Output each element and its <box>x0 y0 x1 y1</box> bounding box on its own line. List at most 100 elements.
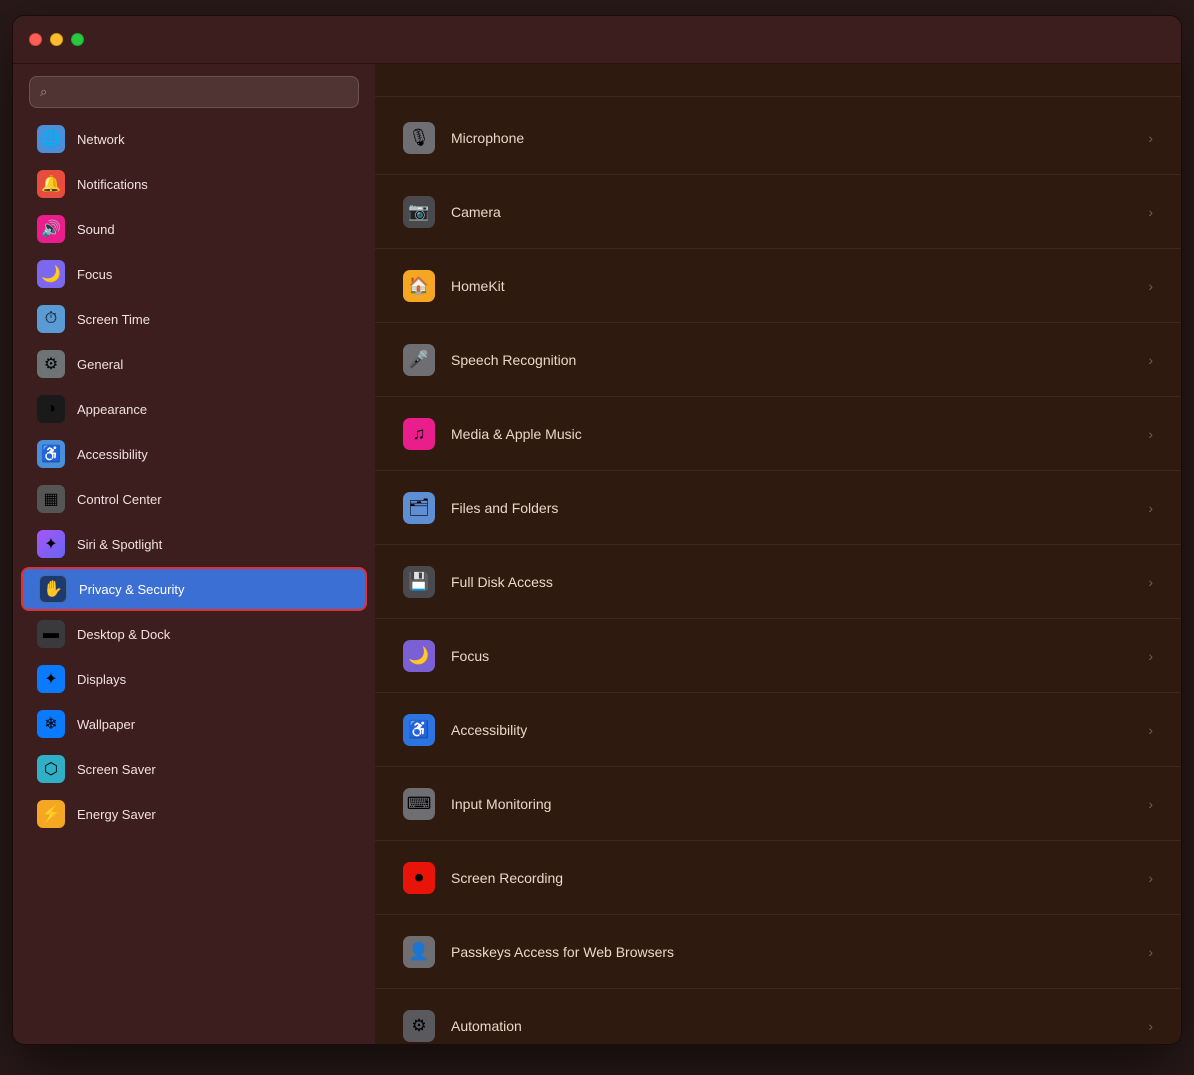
sidebar-item-desktop-dock[interactable]: ▬ Desktop & Dock <box>21 612 367 656</box>
passkeys-web-browsers-list-icon: 👤 <box>403 936 435 968</box>
microphone-list-icon: 🎙 <box>403 122 435 154</box>
microphone-chevron-icon: › <box>1148 130 1153 146</box>
title-bar <box>13 16 1181 64</box>
list-item-focus[interactable]: 🌙 Focus › <box>375 619 1181 693</box>
accessibility-icon: ♿ <box>37 440 65 468</box>
list-item-full-disk-access[interactable]: 💾Full Disk Access› <box>375 545 1181 619</box>
sidebar-item-screen-saver[interactable]: ⬡Screen Saver <box>21 747 367 791</box>
sidebar-label-general: General <box>77 357 123 372</box>
sidebar-item-screen-time[interactable]: ⏱Screen Time <box>21 297 367 341</box>
maximize-button[interactable] <box>71 33 84 46</box>
automation-list-icon: ⚙ <box>403 1010 435 1042</box>
displays-icon: ✦ <box>37 665 65 693</box>
homekit-list-icon: 🏠 <box>403 270 435 302</box>
speech-recognition-list-icon: 🎤 <box>403 344 435 376</box>
notifications-icon: 🔔 <box>37 170 65 198</box>
media-apple-music-chevron-icon: › <box>1148 426 1153 442</box>
sidebar-item-accessibility[interactable]: ♿ Accessibility <box>21 432 367 476</box>
sidebar-label-focus: Focus <box>77 267 112 282</box>
sidebar-item-focus[interactable]: 🌙 Focus <box>21 252 367 296</box>
list-label-media-apple-music: Media & Apple Music <box>451 426 1132 442</box>
general-icon: ⚙ <box>37 350 65 378</box>
privacy-security-icon: ✋ <box>39 575 67 603</box>
sidebar-label-wallpaper: Wallpaper <box>77 717 135 732</box>
energy-saver-icon: ⚡ <box>37 800 65 828</box>
list-item-media-apple-music[interactable]: ♫Media & Apple Music› <box>375 397 1181 471</box>
input-monitoring-chevron-icon: › <box>1148 796 1153 812</box>
list-label-passkeys-web-browsers: Passkeys Access for Web Browsers <box>451 944 1132 960</box>
list-label-full-disk-access: Full Disk Access <box>451 574 1132 590</box>
list-label-camera: Camera <box>451 204 1132 220</box>
list-label-speech-recognition: Speech Recognition <box>451 352 1132 368</box>
search-icon: ⌕ <box>40 84 47 100</box>
sidebar-item-wallpaper[interactable]: ❄ Wallpaper <box>21 702 367 746</box>
list-label-homekit: HomeKit <box>451 278 1132 294</box>
list-item-files-folders[interactable]: 🗂Files and Folders› <box>375 471 1181 545</box>
wallpaper-icon: ❄ <box>37 710 65 738</box>
screen-recording-chevron-icon: › <box>1148 870 1153 886</box>
search-container: ⌕ <box>13 64 375 116</box>
sidebar-item-appearance[interactable]: ◑Appearance <box>21 387 367 431</box>
list-label-focus: Focus <box>451 648 1132 664</box>
list-item-homekit[interactable]: 🏠 HomeKit › <box>375 249 1181 323</box>
list-item-automation[interactable]: ⚙Automation› <box>375 989 1181 1044</box>
search-box[interactable]: ⌕ <box>29 76 359 108</box>
sidebar-label-privacy-security: Privacy & Security <box>79 582 184 597</box>
sidebar-item-siri-spotlight[interactable]: ✦Siri & Spotlight <box>21 522 367 566</box>
sidebar-label-notifications: Notifications <box>77 177 148 192</box>
list-item-input-monitoring[interactable]: ⌨Input Monitoring› <box>375 767 1181 841</box>
sidebar-item-sound[interactable]: 🔊Sound <box>21 207 367 251</box>
sidebar-item-notifications[interactable]: 🔔 Notifications <box>21 162 367 206</box>
sidebar-label-displays: Displays <box>77 672 126 687</box>
sidebar-item-network[interactable]: 🌐 Network <box>21 117 367 161</box>
files-folders-list-icon: 🗂 <box>403 492 435 524</box>
list-item-accessibility[interactable]: ♿Accessibility› <box>375 693 1181 767</box>
list-item-microphone[interactable]: 🎙 Microphone › <box>375 101 1181 175</box>
full-disk-access-chevron-icon: › <box>1148 574 1153 590</box>
accessibility-list-icon: ♿ <box>403 714 435 746</box>
main-layout: ⌕ 🌐 Network 🔔 Notifications 🔊Sound 🌙 Focus ⏱Scr… <box>13 64 1181 1044</box>
homekit-chevron-icon: › <box>1148 278 1153 294</box>
content-list: 🎙 Microphone › 📷 Camera › 🏠 HomeKit › 🎤 Speech Rec… <box>375 97 1181 1044</box>
sidebar-item-privacy-security[interactable]: ✋ Privacy & Security <box>21 567 367 611</box>
input-monitoring-list-icon: ⌨ <box>403 788 435 820</box>
sound-icon: 🔊 <box>37 215 65 243</box>
minimize-button[interactable] <box>50 33 63 46</box>
sidebar-label-appearance: Appearance <box>77 402 147 417</box>
focus-chevron-icon: › <box>1148 648 1153 664</box>
screen-saver-icon: ⬡ <box>37 755 65 783</box>
list-label-files-folders: Files and Folders <box>451 500 1132 516</box>
list-label-screen-recording: Screen Recording <box>451 870 1132 886</box>
sidebar-label-screen-time: Screen Time <box>77 312 150 327</box>
accessibility-chevron-icon: › <box>1148 722 1153 738</box>
sidebar-label-control-center: Control Center <box>77 492 162 507</box>
screen-recording-list-icon: ⏺ <box>403 862 435 894</box>
passkeys-web-browsers-chevron-icon: › <box>1148 944 1153 960</box>
focus-list-icon: 🌙 <box>403 640 435 672</box>
sidebar-item-displays[interactable]: ✦ Displays <box>21 657 367 701</box>
main-window: ⌕ 🌐 Network 🔔 Notifications 🔊Sound 🌙 Focus ⏱Scr… <box>12 15 1182 1045</box>
sidebar-label-accessibility: Accessibility <box>77 447 148 462</box>
camera-chevron-icon: › <box>1148 204 1153 220</box>
list-label-automation: Automation <box>451 1018 1132 1034</box>
list-item-passkeys-web-browsers[interactable]: 👤 Passkeys Access for Web Browsers › <box>375 915 1181 989</box>
sidebar: ⌕ 🌐 Network 🔔 Notifications 🔊Sound 🌙 Focus ⏱Scr… <box>13 64 375 1044</box>
sidebar-label-network: Network <box>77 132 125 147</box>
sidebar-item-energy-saver[interactable]: ⚡Energy Saver <box>21 792 367 836</box>
content-panel: 🎙 Microphone › 📷 Camera › 🏠 HomeKit › 🎤 Speech Rec… <box>375 64 1181 1044</box>
desktop-dock-icon: ▬ <box>37 620 65 648</box>
focus-icon: 🌙 <box>37 260 65 288</box>
sidebar-item-control-center[interactable]: ▦ Control Center <box>21 477 367 521</box>
list-label-microphone: Microphone <box>451 130 1132 146</box>
network-icon: 🌐 <box>37 125 65 153</box>
list-item-speech-recognition[interactable]: 🎤 Speech Recognition › <box>375 323 1181 397</box>
list-item-screen-recording[interactable]: ⏺ Screen Recording › <box>375 841 1181 915</box>
camera-list-icon: 📷 <box>403 196 435 228</box>
list-item-camera[interactable]: 📷 Camera › <box>375 175 1181 249</box>
content-header <box>375 64 1181 97</box>
sidebar-label-desktop-dock: Desktop & Dock <box>77 627 170 642</box>
close-button[interactable] <box>29 33 42 46</box>
speech-recognition-chevron-icon: › <box>1148 352 1153 368</box>
sidebar-item-general[interactable]: ⚙ General <box>21 342 367 386</box>
control-center-icon: ▦ <box>37 485 65 513</box>
